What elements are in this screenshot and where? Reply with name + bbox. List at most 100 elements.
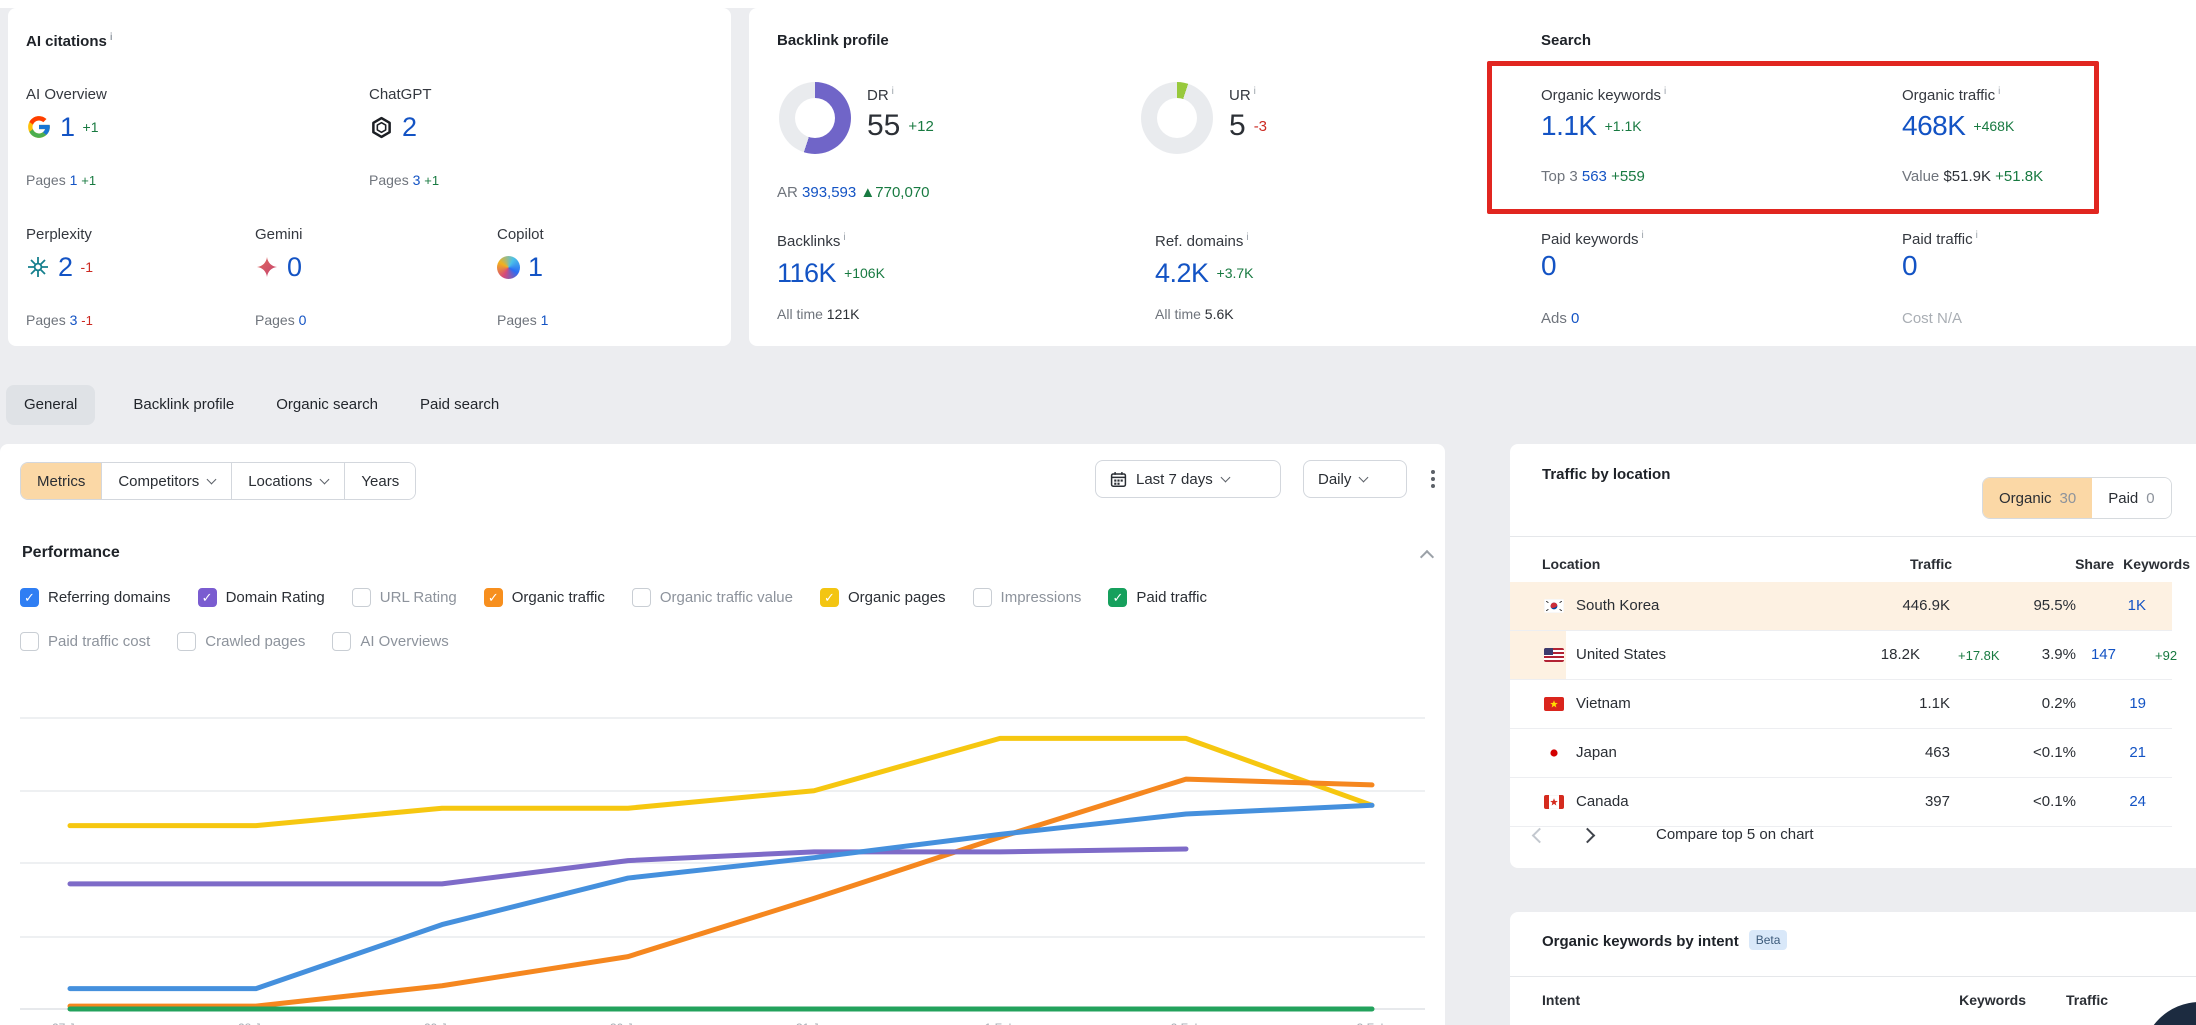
organic-keywords-value[interactable]: 1.1K <box>1541 110 1597 142</box>
pages-value[interactable]: 3 <box>70 312 78 328</box>
checkbox-referring-domains[interactable]: ✓Referring domains <box>20 588 171 607</box>
backlink-profile-title: Backlink profile <box>777 32 889 49</box>
competitors-dropdown[interactable]: Competitors <box>102 463 232 499</box>
pages-delta: +1 <box>81 173 96 188</box>
section-tabs: General Backlink profile Organic search … <box>6 385 503 425</box>
metrics-button[interactable]: Metrics <box>21 463 102 499</box>
info-icon[interactable]: i <box>1642 230 1644 241</box>
beta-badge: Beta <box>1749 930 1788 950</box>
info-icon[interactable]: i <box>1246 232 1248 243</box>
ref-domains-value[interactable]: 4.2K <box>1155 258 1209 289</box>
tab-general[interactable]: General <box>6 385 95 425</box>
col-header-tr[interactable]: Traffic <box>2066 992 2108 1008</box>
paid-traffic-value[interactable]: 0 <box>1902 250 1917 281</box>
granularity-dropdown[interactable]: Daily <box>1303 460 1407 498</box>
col-header-intent[interactable]: Intent <box>1542 992 1580 1008</box>
info-icon[interactable]: i <box>1976 230 1978 241</box>
backlinks-label: Backlinksi <box>777 232 846 250</box>
tab-organic-search[interactable]: Organic search <box>272 385 382 425</box>
more-options-button[interactable] <box>1424 466 1442 492</box>
toggle-paid[interactable]: Paid0 <box>2092 478 2170 518</box>
copilot-value[interactable]: 1 <box>528 252 543 283</box>
toggle-organic[interactable]: Organic30 <box>1983 478 2092 518</box>
locations-dropdown[interactable]: Locations <box>232 463 345 499</box>
location-row-vietnam[interactable]: Vietnam 1.1K 0.2% 19 <box>1510 680 2172 729</box>
ads-value[interactable]: 0 <box>1571 310 1579 327</box>
gemini-icon <box>255 255 279 279</box>
keywords-link[interactable]: 19 <box>2129 695 2146 712</box>
location-row-united-states[interactable]: United States 18.2K +17.8K 3.9% 147 +92 <box>1510 631 2172 680</box>
col-header-location[interactable]: Location <box>1542 556 1600 572</box>
info-icon[interactable]: i <box>110 32 113 43</box>
prev-page-chevron-icon[interactable] <box>1532 828 1548 844</box>
checkbox-domain-rating[interactable]: ✓Domain Rating <box>198 588 325 607</box>
tab-backlink-profile[interactable]: Backlink profile <box>129 385 238 425</box>
info-icon[interactable]: i <box>892 86 894 97</box>
ur-donut-chart <box>1141 82 1213 154</box>
col-header-keywords[interactable]: Keywords <box>2123 556 2190 572</box>
share-value: 95.5% <box>2033 597 2076 614</box>
date-range-dropdown[interactable]: Last 7 days <box>1095 460 1281 498</box>
info-icon[interactable]: i <box>1254 86 1256 97</box>
checkbox-organic-pages[interactable]: ✓Organic pages <box>820 588 946 607</box>
checkbox-url-rating[interactable]: URL Rating <box>352 588 457 607</box>
paid-keywords-value[interactable]: 0 <box>1541 250 1556 281</box>
ai-citations-title: AI citationsi <box>26 32 113 50</box>
backlinks-value[interactable]: 116K <box>777 258 836 289</box>
ai-overview-delta: +1 <box>83 119 99 135</box>
top-strip <box>0 0 2196 8</box>
checkbox-paid-traffic-cost[interactable]: Paid traffic cost <box>20 632 150 651</box>
ahrefs-rank-line: AR 393,593 ▲770,070 <box>777 184 930 201</box>
keywords-link[interactable]: 24 <box>2129 793 2146 810</box>
chatgpt-value[interactable]: 2 <box>402 112 417 143</box>
location-row-south-korea[interactable]: South Korea 446.9K 95.5% 1K <box>1510 582 2172 631</box>
flag-united-states-icon <box>1544 648 1564 662</box>
traffic-delta: +17.8K <box>1958 648 2000 663</box>
pages-value[interactable]: 1 <box>541 312 549 328</box>
checkbox-icon <box>332 632 351 651</box>
col-header-kw[interactable]: Keywords <box>1959 992 2026 1008</box>
pages-label: Pages <box>369 172 409 188</box>
ai-overview-value[interactable]: 1 <box>60 112 75 143</box>
metric-checkbox-row-2: Paid traffic cost Crawled pages AI Overv… <box>20 632 449 651</box>
keywords-link[interactable]: 147 <box>2091 646 2116 663</box>
location-row-japan[interactable]: Japan 463 <0.1% 21 <box>1510 729 2172 778</box>
organic-keywords-value-row: 1.1K +1.1K <box>1541 108 1642 144</box>
pages-value[interactable]: 0 <box>299 312 307 328</box>
keywords-link[interactable]: 21 <box>2129 744 2146 761</box>
pages-value[interactable]: 3 <box>413 172 421 188</box>
next-page-chevron-icon[interactable] <box>1580 828 1596 844</box>
pages-value[interactable]: 1 <box>70 172 78 188</box>
tab-paid-search[interactable]: Paid search <box>416 385 503 425</box>
checkbox-organic-traffic[interactable]: ✓Organic traffic <box>484 588 605 607</box>
country-name: United States <box>1576 646 1666 663</box>
perplexity-value[interactable]: 2 <box>58 252 73 283</box>
gemini-value[interactable]: 0 <box>287 252 302 283</box>
traffic-by-location-title: Traffic by location <box>1542 466 1670 483</box>
checkbox-impressions[interactable]: Impressions <box>973 588 1082 607</box>
info-icon[interactable]: i <box>843 232 845 243</box>
checkbox-organic-traffic-value[interactable]: Organic traffic value <box>632 588 793 607</box>
organic-traffic-value[interactable]: 468K <box>1902 110 1965 142</box>
flag-south-korea-icon <box>1544 599 1564 613</box>
paid-traffic-label: Paid traffici <box>1902 230 1978 248</box>
col-header-traffic[interactable]: Traffic <box>1910 556 1952 572</box>
location-row-canada[interactable]: Canada 397 <0.1% 24 <box>1510 778 2172 827</box>
ar-value[interactable]: 393,593 <box>802 184 856 201</box>
collapse-chevron-icon[interactable] <box>1420 550 1434 564</box>
checkbox-crawled-pages[interactable]: Crawled pages <box>177 632 305 651</box>
keywords-link[interactable]: 1K <box>2128 597 2146 614</box>
traffic-by-location-panel: Traffic by location Organic30 Paid0 Loca… <box>1510 444 2196 868</box>
info-icon[interactable]: i <box>1664 86 1666 97</box>
flag-japan-icon <box>1544 746 1564 760</box>
col-header-share[interactable]: Share <box>2075 556 2114 572</box>
organic-traffic-value-row: 468K +468K <box>1902 108 2014 144</box>
checkbox-ai-overviews[interactable]: AI Overviews <box>332 632 448 651</box>
years-button[interactable]: Years <box>345 463 415 499</box>
checkbox-paid-traffic[interactable]: ✓Paid traffic <box>1108 588 1207 607</box>
chevron-down-icon <box>207 474 217 484</box>
top3-value[interactable]: 563 <box>1582 168 1607 185</box>
ahrefs-overview-page: AI citationsi AI Overview 1 +1 Pages 1 +… <box>0 0 2196 1025</box>
calendar-icon <box>1110 471 1127 488</box>
info-icon[interactable]: i <box>1998 86 2000 97</box>
